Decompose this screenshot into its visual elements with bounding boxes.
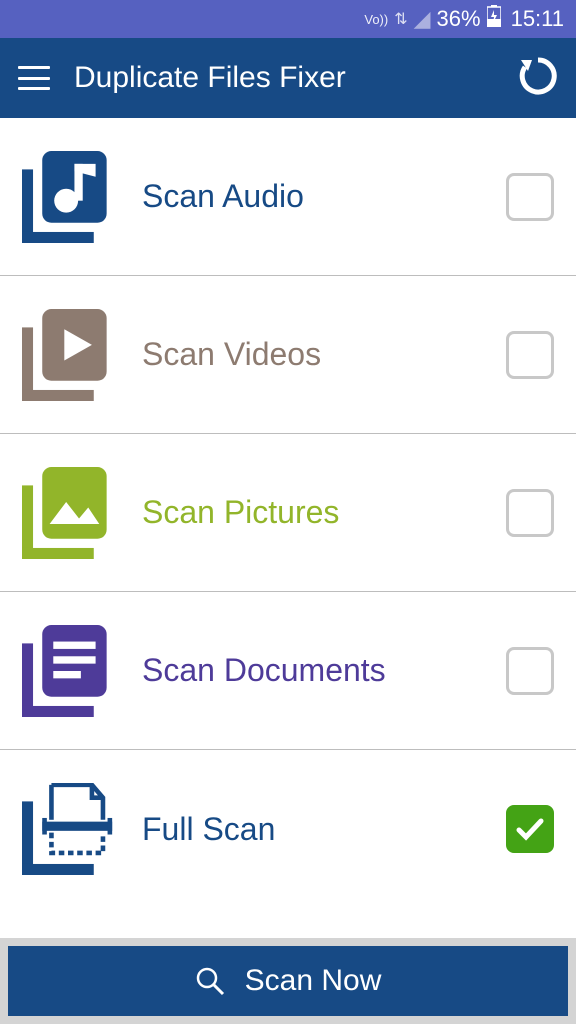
audio-label: Scan Audio — [142, 178, 478, 215]
video-icon — [22, 309, 114, 401]
scan-button-label: Scan Now — [245, 964, 382, 998]
document-icon — [22, 625, 114, 717]
picture-label: Scan Pictures — [142, 494, 478, 531]
fullscan-label: Full Scan — [142, 811, 478, 848]
fullscan-icon — [22, 783, 114, 875]
search-icon — [195, 966, 225, 996]
list-item-fullscan[interactable]: Full Scan — [0, 750, 576, 908]
app-header: Duplicate Files Fixer — [0, 38, 576, 118]
menu-button[interactable] — [18, 66, 50, 90]
audio-icon — [22, 151, 114, 243]
audio-checkbox[interactable] — [506, 173, 554, 221]
battery-percent: 36% — [437, 6, 481, 32]
app-title: Duplicate Files Fixer — [74, 61, 494, 95]
video-label: Scan Videos — [142, 336, 478, 373]
status-bar: Vo)) ⇅ ◢ 36% 15:11 — [0, 0, 576, 38]
document-label: Scan Documents — [142, 652, 478, 689]
scan-options-list: Scan Audio Scan Videos Scan Pictures — [0, 118, 576, 938]
check-icon — [514, 813, 546, 845]
video-checkbox[interactable] — [506, 331, 554, 379]
scan-now-button[interactable]: Scan Now — [8, 946, 568, 1016]
refresh-button[interactable] — [518, 56, 558, 101]
time: 15:11 — [511, 6, 564, 32]
picture-checkbox[interactable] — [506, 489, 554, 537]
footer: Scan Now — [0, 938, 576, 1024]
volte-icon: Vo)) — [364, 12, 388, 27]
document-checkbox[interactable] — [506, 647, 554, 695]
list-item-documents[interactable]: Scan Documents — [0, 592, 576, 750]
battery-icon — [487, 5, 501, 33]
picture-icon — [22, 467, 114, 559]
wifi-icon: ⇅ — [394, 9, 407, 29]
fullscan-checkbox[interactable] — [506, 805, 554, 853]
list-item-pictures[interactable]: Scan Pictures — [0, 434, 576, 592]
refresh-icon — [518, 56, 558, 96]
cell-signal-icon: ◢ — [414, 6, 431, 32]
list-item-videos[interactable]: Scan Videos — [0, 276, 576, 434]
list-item-audio[interactable]: Scan Audio — [0, 118, 576, 276]
